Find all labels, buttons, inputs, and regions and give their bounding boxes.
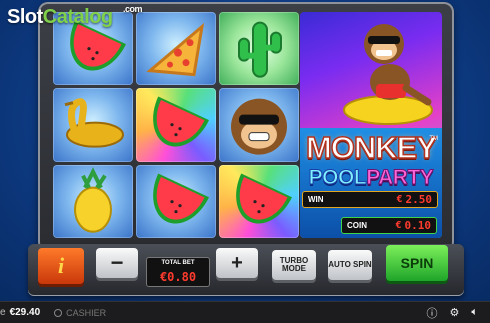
total-bet-display: TOTAL BET €0.80 [146,257,210,287]
reels-grid [53,12,299,238]
symbol-watermelon [219,164,299,238]
win-value: 2.50 [405,193,433,206]
balance-value: €29.40 [9,307,41,318]
win-currency: € [396,194,403,205]
cashier-link[interactable]: CASHIER [66,308,106,318]
gear-icon[interactable]: ⚙ [450,306,460,319]
symbol-cactus-float [219,12,299,86]
symbol-golden-swan-float [53,88,133,162]
coin-value: 0.10 [404,219,432,232]
game-stage: MONKEY TM POOLPARTY WIN € 2.50 COIN € 0.… [0,0,490,301]
win-label: WIN [308,195,324,204]
watermark-com: .com [123,4,143,14]
game-title-pool-party: POOLPARTY [300,166,442,190]
total-bet-value: €0.80 [159,270,197,284]
game-title-pool: POOL [308,166,367,190]
win-meter: WIN € 2.50 [302,191,438,208]
symbol-pineapple-float [53,164,133,238]
symbol-watermelon [136,164,216,238]
info-button[interactable]: i [38,248,84,284]
increase-bet-button[interactable]: + [216,248,258,278]
symbol-watermelon [136,88,216,162]
info-icon[interactable]: ⓘ [427,305,438,321]
watermark-catalog: Catalog [42,6,113,28]
watermark-slot: Slot [7,6,43,28]
symbol-pizza [136,12,216,86]
symbol-monkey [219,88,299,162]
monkey-mascot-image [343,24,433,125]
spin-button[interactable]: SPIN [386,245,448,281]
trademark: TM [429,136,438,142]
auto-spin-button[interactable]: AUTO SPIN [328,250,372,280]
game-title-party: PARTY [366,166,435,190]
coin-meter[interactable]: COIN € 0.10 [341,217,437,234]
coin-label: COIN [347,221,367,230]
decrease-bet-button[interactable]: − [96,248,138,278]
turbo-mode-button[interactable]: TURBO MODE [272,250,316,280]
cashier-icon [54,308,63,317]
speaker-icon[interactable]: 🔈︎ [471,306,478,319]
game-title-monkey: MONKEY [305,129,438,166]
total-bet-label: TOTAL BET [161,260,195,266]
coin-currency: € [395,220,402,231]
bottom-status-bar: e €29.40 CASHIER ⓘ ⚙ 🔈︎ [0,301,490,323]
slotcatalog-watermark: SlotCatalog .com [7,4,143,29]
bottom-bar-icons: ⓘ ⚙ 🔈︎ [427,305,490,321]
balance-label: e [0,307,6,318]
